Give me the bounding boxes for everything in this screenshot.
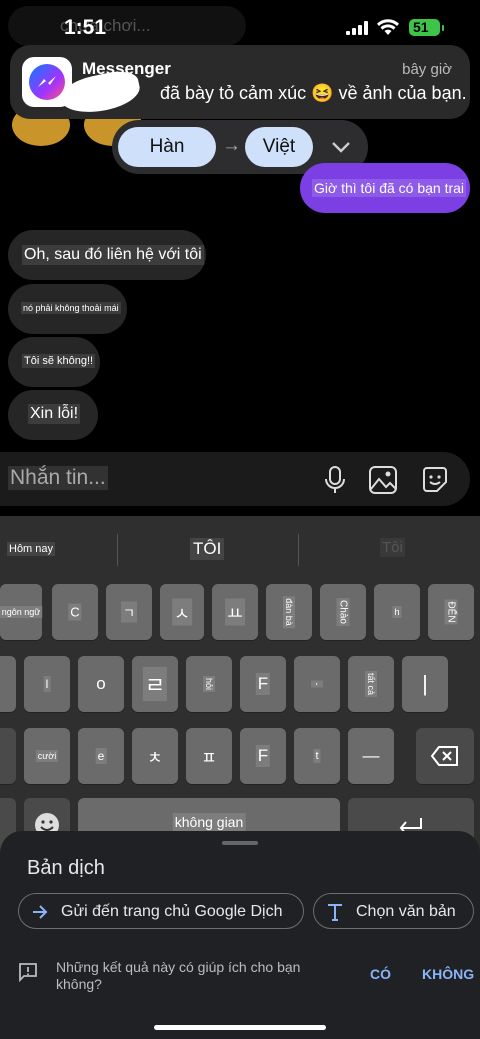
- key[interactable]: C: [52, 584, 98, 640]
- key[interactable]: Chào: [320, 584, 366, 640]
- background-chat-preview: chưa chơi...: [8, 6, 246, 46]
- message-text: Oh, sau đó liên hệ với tôi: [22, 245, 204, 265]
- received-message-bubble[interactable]: Oh, sau đó liên hệ với tôi: [8, 230, 206, 280]
- key[interactable]: h: [374, 584, 420, 640]
- key[interactable]: e: [78, 728, 124, 784]
- send-button-label: Gửi đến trang chủ Google Dịch: [61, 903, 283, 920]
- suggestion-3[interactable]: Tôi: [380, 538, 405, 557]
- message-composer[interactable]: Nhắn tin...: [0, 452, 470, 506]
- message-input[interactable]: Nhắn tin...: [8, 466, 108, 490]
- send-to-google-translate-button[interactable]: Gửi đến trang chủ Google Dịch: [18, 893, 304, 929]
- sent-message-bubble[interactable]: Giờ thì tôi đã có bạn trai: [300, 163, 470, 213]
- wifi-icon: [377, 19, 399, 35]
- divider: [298, 534, 299, 566]
- status-time: 1:51: [64, 16, 107, 39]
- key[interactable]: ㄹ: [132, 656, 178, 712]
- key[interactable]: F: [240, 656, 286, 712]
- key[interactable]: ngôn ngữ: [0, 584, 43, 640]
- message-text: Xin lỗi!: [28, 404, 81, 424]
- keyboard: Hôm nay TÔI Tôi ngôn ngữ C ㄱ ㅅ ㅛ đàn bà …: [0, 516, 480, 856]
- sheet-title: Bản dịch: [27, 857, 105, 879]
- message-text: Giờ thì tôi đã có bạn trai: [312, 179, 467, 197]
- message-text: Tôi sẽ không!!: [22, 354, 96, 368]
- select-button-label: Chọn văn bản: [356, 903, 456, 920]
- key[interactable]: tất cả: [348, 656, 394, 712]
- chevron-down-icon[interactable]: [330, 134, 352, 158]
- target-language-button[interactable]: Việt: [245, 127, 313, 167]
- key[interactable]: t: [294, 728, 340, 784]
- key[interactable]: hỏi: [186, 656, 232, 712]
- text-format-icon: [328, 904, 342, 921]
- notification-body: đã bày tỏ cảm xúc 😆 về ảnh của bạn.: [160, 83, 467, 103]
- received-message-bubble[interactable]: Tôi sẽ không!!: [8, 337, 100, 387]
- source-language-button[interactable]: Hàn: [118, 127, 216, 167]
- key[interactable]: |: [402, 656, 448, 712]
- microphone-icon[interactable]: [322, 465, 348, 495]
- select-text-button[interactable]: Chọn văn bản: [313, 893, 474, 929]
- translation-sheet: Bản dịch Gửi đến trang chủ Google Dịch C…: [0, 831, 480, 1039]
- feedback-icon: [19, 963, 37, 982]
- key[interactable]: ㅅ: [160, 584, 204, 640]
- key[interactable]: —: [348, 728, 394, 784]
- key[interactable]: ĐẾN: [428, 584, 474, 640]
- key[interactable]: [0, 656, 16, 712]
- key[interactable]: F: [240, 728, 286, 784]
- divider: [117, 534, 118, 566]
- battery-level: 51: [413, 19, 429, 35]
- home-indicator[interactable]: [154, 1025, 326, 1030]
- feedback-yes-button[interactable]: CÓ: [370, 966, 391, 982]
- key[interactable]: o: [78, 656, 124, 712]
- notification-time: bây giờ: [402, 61, 452, 78]
- message-text: nó phải không thoải mái: [21, 302, 121, 314]
- backspace-key[interactable]: [416, 728, 474, 784]
- shift-key[interactable]: [0, 728, 16, 784]
- key[interactable]: cười: [24, 728, 70, 784]
- backspace-icon: [431, 746, 458, 766]
- suggestion-2[interactable]: TÔI: [190, 538, 225, 560]
- arrow-right-icon: →: [222, 135, 241, 156]
- feedback-no-button[interactable]: KHÔNG: [422, 966, 474, 982]
- cellular-signal-icon: [346, 21, 368, 35]
- key[interactable]: ㅛ: [212, 584, 258, 640]
- arrow-right-icon: [33, 905, 48, 919]
- feedback-question: Những kết quả này có giúp ích cho bạn kh…: [56, 959, 301, 992]
- key[interactable]: đàn bà: [266, 584, 312, 640]
- received-message-bubble[interactable]: Xin lỗi!: [8, 390, 98, 440]
- battery-indicator: 51: [409, 19, 444, 36]
- key[interactable]: ㄱ: [106, 584, 152, 640]
- key[interactable]: l: [24, 656, 70, 712]
- key[interactable]: ㅊ: [132, 728, 178, 784]
- sticker-icon[interactable]: [420, 465, 450, 495]
- key[interactable]: -: [294, 656, 340, 712]
- image-icon[interactable]: [368, 465, 398, 495]
- sheet-drag-handle[interactable]: [222, 841, 258, 845]
- received-message-bubble[interactable]: nó phải không thoải mái: [8, 284, 127, 334]
- key[interactable]: ㅍ: [186, 728, 232, 784]
- suggestion-1[interactable]: Hôm nay: [7, 542, 56, 556]
